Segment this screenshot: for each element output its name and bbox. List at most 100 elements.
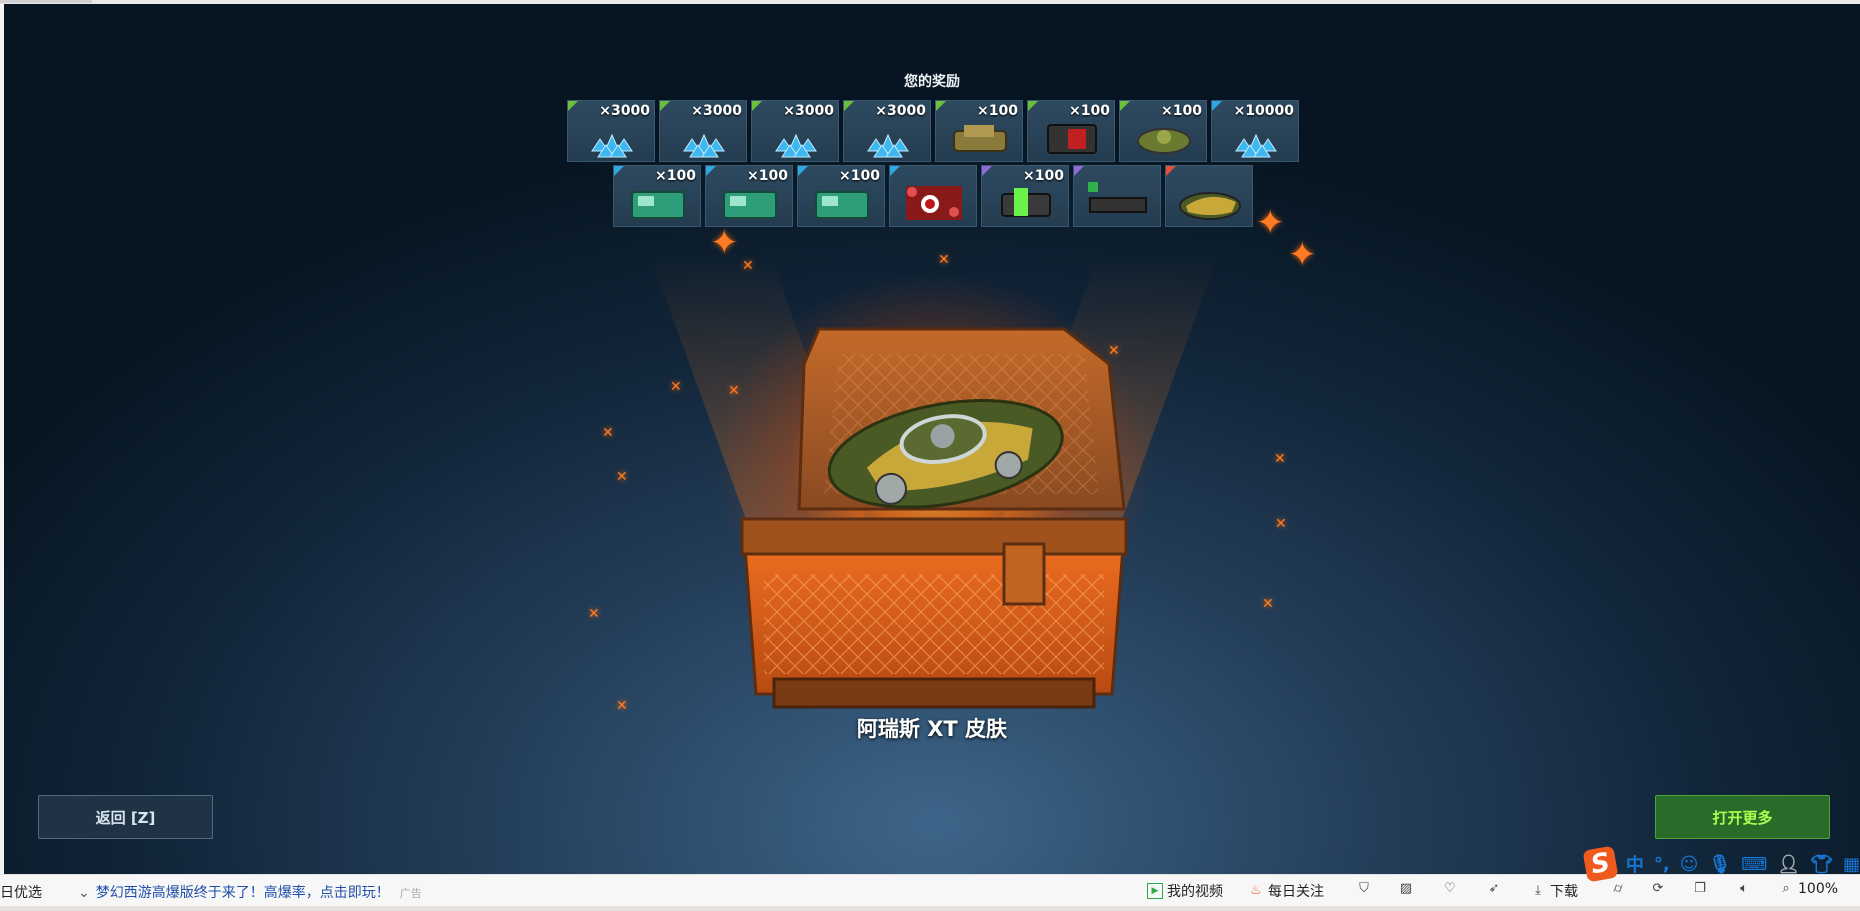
status-left-text[interactable]: 日优选 (0, 882, 42, 902)
keyboard-icon[interactable]: ⌨ (1741, 854, 1767, 875)
rarity-corner (1028, 101, 1038, 111)
rewards-row-2: ×100 ×100 ×100 ×100 (613, 165, 1253, 227)
rarity-corner (1074, 166, 1084, 176)
news-ticker[interactable]: ⌄ 梦幻西游高爆版终于来了！高爆率，点击即玩！ 广告 (78, 882, 422, 902)
reward-quantity: ×100 (1069, 103, 1110, 119)
chevron-down-icon[interactable]: ⌄ (78, 885, 90, 901)
sparkle-icon: ✦ (1288, 235, 1317, 275)
download-label: 下载 (1550, 884, 1578, 900)
reward-quantity: ×3000 (783, 103, 834, 119)
speed-booster-icon (808, 180, 876, 224)
rarity-corner (982, 166, 992, 176)
rarity-corner (660, 101, 670, 111)
browser-status-bar: 日优选 ⌄ 梦幻西游高爆版终于来了！高爆率，点击即玩！ 广告 ▶ 我的视频 ♨ 每日… (0, 874, 1860, 907)
shield-button[interactable]: ⛉ (1356, 881, 1372, 897)
skin-icon[interactable]: 👕︎ (1810, 854, 1833, 875)
rarity-corner (844, 101, 854, 111)
rarity-corner (890, 166, 900, 176)
reward-tile[interactable]: ×100 (1119, 100, 1207, 162)
daily-follow-button[interactable]: ♨ 每日关注 (1248, 881, 1324, 901)
rarity-corner (706, 166, 716, 176)
mine-icon (1130, 115, 1198, 159)
window-button[interactable]: ❐ (1692, 881, 1708, 897)
ime-toolbar: S 中 °, ☺ 🎙︎ ⌨ 👤︎ 👕︎ ▦ (1582, 845, 1860, 883)
flame-icon: ♨ (1250, 883, 1262, 898)
reward-tile[interactable]: ×3000 (567, 100, 655, 162)
microphone-icon[interactable]: 🎙︎ (1708, 854, 1731, 875)
rocket-icon: ➶ (1488, 881, 1500, 896)
back-button[interactable]: 返回 [Z] (38, 795, 213, 839)
sogou-logo-icon[interactable]: S (1582, 845, 1619, 883)
reward-tile[interactable]: ×10000 (1211, 100, 1299, 162)
sync-button[interactable]: ⟳ (1650, 881, 1666, 897)
download-button[interactable]: ⤓ 下载 (1530, 881, 1578, 901)
reward-quantity: ×3000 (599, 103, 650, 119)
rewards-title: 您的奖励 (904, 74, 960, 90)
crystals-icon (670, 115, 738, 159)
speed-booster-icon (624, 180, 692, 224)
reward-tile[interactable]: ×3000 (843, 100, 931, 162)
turret-skin-icon (1084, 180, 1152, 224)
crystals-icon (578, 115, 646, 159)
ime-mode[interactable]: 中 (1626, 851, 1644, 877)
daily-follow-label: 每日关注 (1268, 884, 1324, 900)
reward-quantity: ×100 (977, 103, 1018, 119)
reward-tile[interactable]: ×3000 (659, 100, 747, 162)
browser-bottom-strip (0, 906, 1860, 911)
image-icon: ▨ (1399, 881, 1413, 896)
sync-icon: ⟳ (1652, 881, 1664, 896)
reward-tile[interactable]: ×100 (705, 165, 793, 227)
video-icon: ▶ (1147, 883, 1163, 899)
reward-tile[interactable]: ×100 (935, 100, 1023, 162)
sparkle-icon: ✕ (1274, 451, 1286, 467)
treasure-chest (624, 234, 1244, 734)
reward-tile[interactable]: ×100 (981, 165, 1069, 227)
volume-button[interactable]: 🔈︎ (1736, 881, 1752, 897)
download-icon: ⤓ (1535, 883, 1541, 898)
crystals-icon (1222, 115, 1290, 159)
crystals-icon (762, 115, 830, 159)
my-videos-button[interactable]: ▶ 我的视频 (1147, 881, 1223, 901)
rarity-corner (614, 166, 624, 176)
reward-tile[interactable]: ×100 (1027, 100, 1115, 162)
rocket-button[interactable]: ➶ (1486, 881, 1502, 897)
sparkle-icon: ✕ (588, 606, 600, 622)
rarity-corner (568, 101, 578, 111)
reward-tile[interactable]: ×3000 (751, 100, 839, 162)
grid-icon[interactable]: ▦ (1843, 854, 1860, 875)
reward-tile[interactable] (1073, 165, 1161, 227)
zoom-button[interactable]: ⌕ 100% (1778, 881, 1838, 897)
news-text[interactable]: 梦幻西游高爆版终于来了！高爆率，点击即玩！ (96, 885, 390, 901)
damage-booster-icon (1038, 115, 1106, 159)
reward-tile[interactable]: ×100 (797, 165, 885, 227)
reward-tile[interactable] (1165, 165, 1253, 227)
rewards-row-1: ×3000 ×3000 ×3000 ×3000 ×100 ×100 ×100 ×10000 (567, 100, 1299, 162)
reward-tile[interactable] (889, 165, 977, 227)
heartbeat-icon: ♡ (1444, 881, 1456, 896)
network-button[interactable]: ⌭ (1610, 881, 1626, 897)
punctuation-icon[interactable]: °, (1654, 854, 1670, 875)
emoji-icon[interactable]: ☺ (1680, 854, 1699, 875)
image-button[interactable]: ▨ (1398, 881, 1414, 897)
reward-tile[interactable]: ×100 (613, 165, 701, 227)
rarity-corner (1120, 101, 1130, 111)
sparkle-icon: ✕ (1275, 516, 1287, 532)
health-button[interactable]: ♡ (1442, 881, 1458, 897)
open-more-button[interactable]: 打开更多 (1655, 795, 1830, 839)
reward-quantity: ×3000 (691, 103, 742, 119)
speed-booster-icon (716, 180, 784, 224)
sparkle-icon: ✕ (602, 425, 614, 441)
reward-quantity: ×100 (655, 168, 696, 184)
paint-icon (900, 180, 968, 224)
reward-quantity: ×100 (1023, 168, 1064, 184)
reward-quantity: ×100 (747, 168, 788, 184)
user-icon[interactable]: 👤︎ (1777, 854, 1800, 875)
sparkle-icon: ✕ (1262, 596, 1274, 612)
rarity-corner (936, 101, 946, 111)
armor-booster-icon (946, 115, 1014, 159)
speaker-icon: 🔈︎ (1740, 881, 1748, 896)
rarity-corner (752, 101, 762, 111)
reward-quantity: ×100 (1161, 103, 1202, 119)
my-videos-label: 我的视频 (1167, 884, 1223, 900)
rarity-corner (1166, 166, 1176, 176)
